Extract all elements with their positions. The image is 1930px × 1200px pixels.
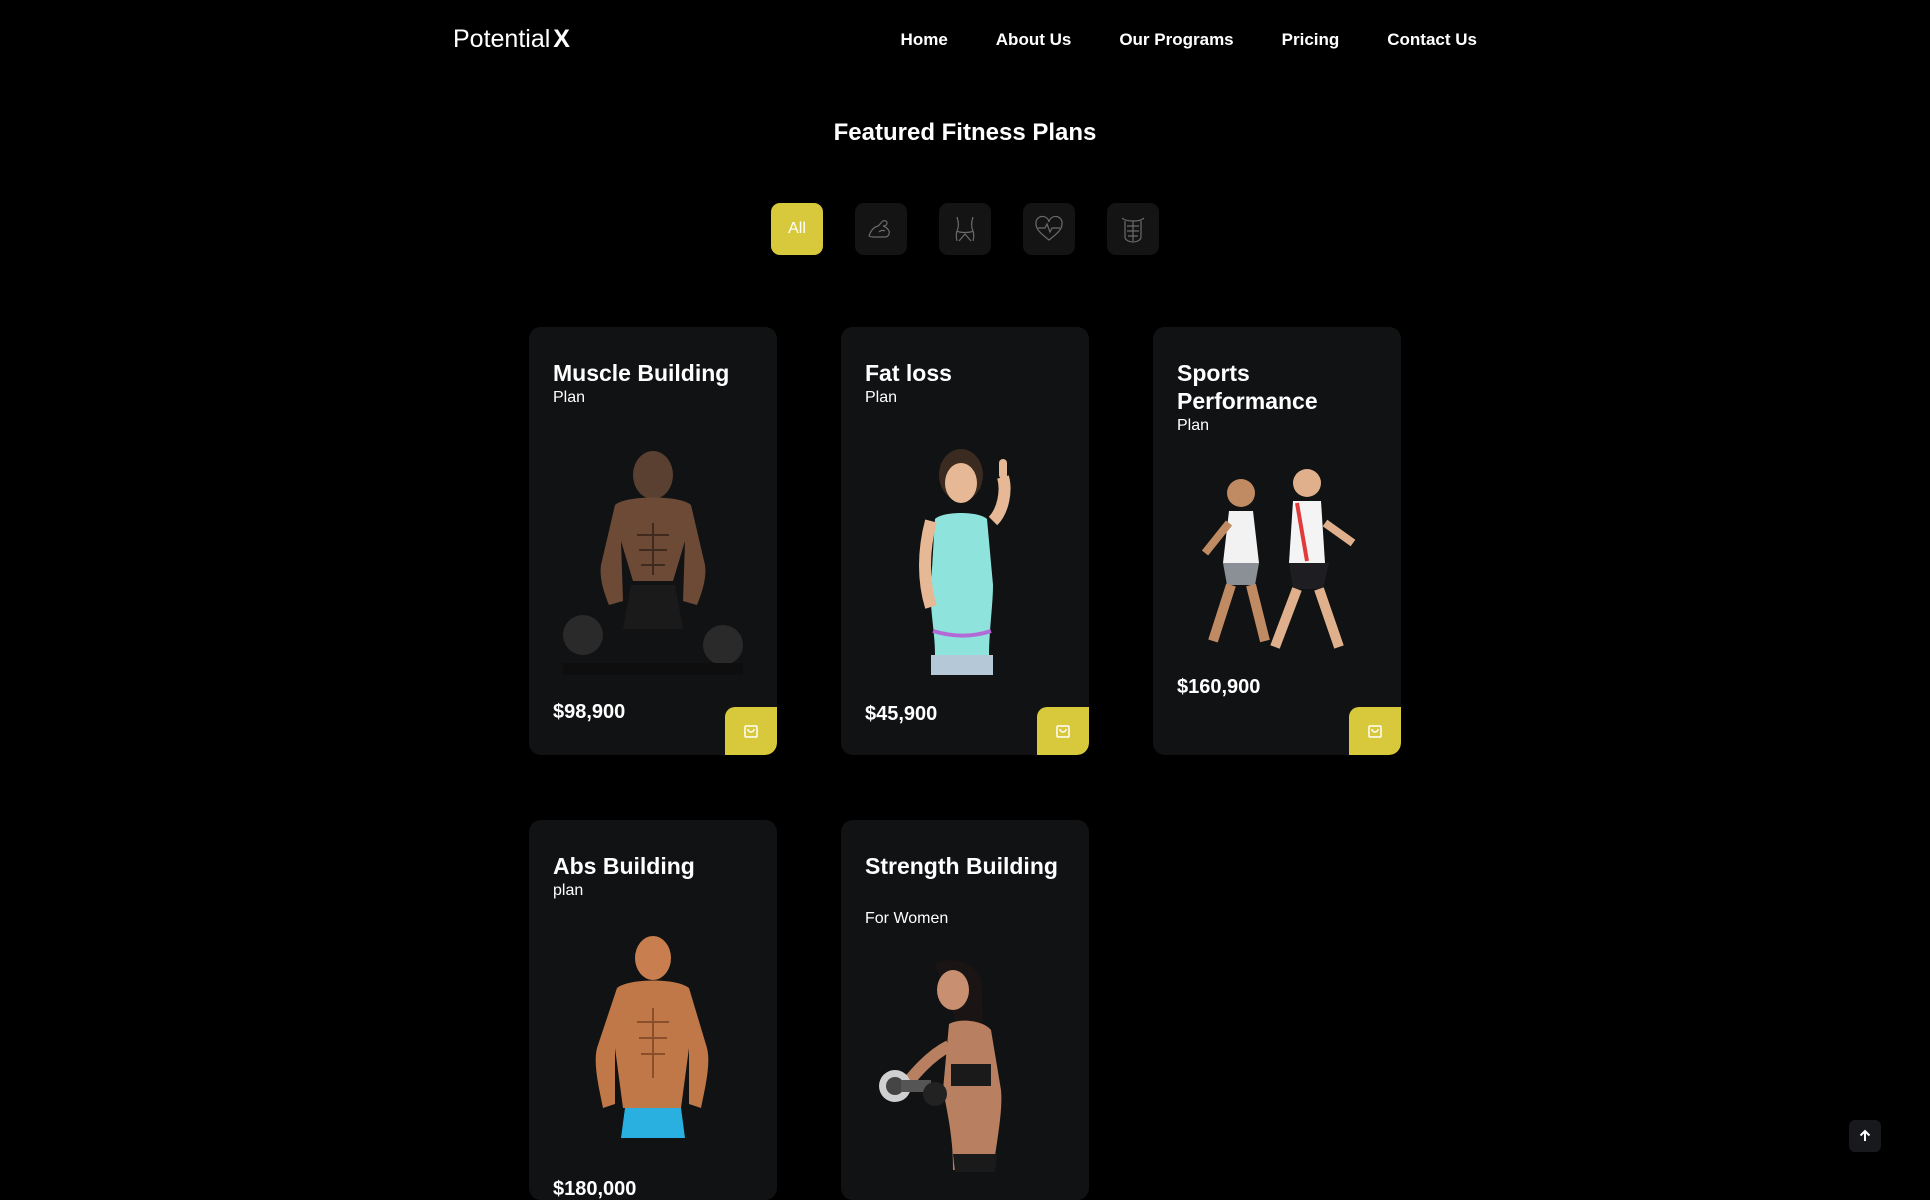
filter-fat-loss[interactable] xyxy=(939,203,991,255)
filter-muscle[interactable] xyxy=(855,203,907,255)
add-to-cart-button[interactable] xyxy=(1037,707,1089,755)
add-to-cart-button[interactable] xyxy=(1349,707,1401,755)
plan-title: Muscle Building xyxy=(553,360,730,386)
nav-about-us[interactable]: About Us xyxy=(996,30,1072,50)
plan-title: Sports Performance xyxy=(1177,360,1318,414)
shopping-bag-icon xyxy=(1368,725,1382,738)
plan-price: $98,900 xyxy=(553,701,626,723)
brand-mark: X xyxy=(553,25,570,53)
plan-title: Fat loss xyxy=(865,360,952,386)
shopping-bag-icon xyxy=(744,725,758,738)
add-to-cart-button[interactable] xyxy=(725,707,777,755)
filter-cardio[interactable] xyxy=(1023,203,1075,255)
main-nav: Home About Us Our Programs Pricing Conta… xyxy=(901,30,1477,50)
plan-card-fat-loss[interactable]: Fat loss Plan $45,900 xyxy=(841,327,1089,755)
nav-contact-us[interactable]: Contact Us xyxy=(1387,30,1477,50)
section-title: Featured Fitness Plans xyxy=(833,119,1097,146)
page: Potential X Home About Us Our Programs Pr… xyxy=(0,0,1930,1200)
plan-price: $45,900 xyxy=(865,703,938,725)
heart-pulse-icon xyxy=(1035,215,1063,241)
filter-all-label: All xyxy=(788,220,806,237)
plan-subtitle: Plan xyxy=(553,389,586,406)
plan-image xyxy=(865,954,1065,1200)
site-header: Potential X Home About Us Our Programs Pr… xyxy=(0,0,1930,80)
filter-abs[interactable] xyxy=(1107,203,1159,255)
brand-name: Potential xyxy=(453,25,551,53)
plan-price: $160,900 xyxy=(1177,676,1261,698)
plan-title: Abs Building xyxy=(553,853,695,879)
plan-subtitle: Plan xyxy=(1177,417,1210,434)
arrow-up-icon xyxy=(1859,1129,1871,1141)
plan-image xyxy=(553,435,753,675)
nav-pricing[interactable]: Pricing xyxy=(1282,30,1340,50)
plan-image xyxy=(865,435,1065,675)
plan-subtitle: plan xyxy=(553,882,584,899)
waist-icon xyxy=(955,216,975,242)
scroll-top-button[interactable] xyxy=(1849,1120,1881,1152)
nav-our-programs[interactable]: Our Programs xyxy=(1119,30,1233,50)
bicep-icon xyxy=(868,220,890,238)
nav-home[interactable]: Home xyxy=(901,30,948,50)
plan-subtitle: For Women xyxy=(865,910,949,927)
shopping-bag-icon xyxy=(1056,725,1070,738)
plan-image xyxy=(553,928,753,1152)
brand-logo[interactable]: Potential X xyxy=(453,25,570,54)
plan-card-abs-building[interactable]: Abs Building plan $180,000 xyxy=(529,820,777,1200)
plan-card-muscle-building[interactable]: Muscle Building Plan $98,900 xyxy=(529,327,777,755)
filter-all[interactable]: All xyxy=(771,203,823,255)
plan-title: Strength Building xyxy=(865,853,1058,879)
plan-price: $180,000 xyxy=(553,1178,637,1200)
plan-card-sports-performance[interactable]: Sports Performance Plan $160,900 xyxy=(1153,327,1401,755)
plan-subtitle: Plan xyxy=(865,389,898,406)
plan-card-strength-building[interactable]: Strength Building For Women xyxy=(841,820,1089,1200)
plan-image xyxy=(1177,463,1377,653)
plan-filters: All xyxy=(771,203,1159,255)
abs-icon xyxy=(1121,217,1145,243)
